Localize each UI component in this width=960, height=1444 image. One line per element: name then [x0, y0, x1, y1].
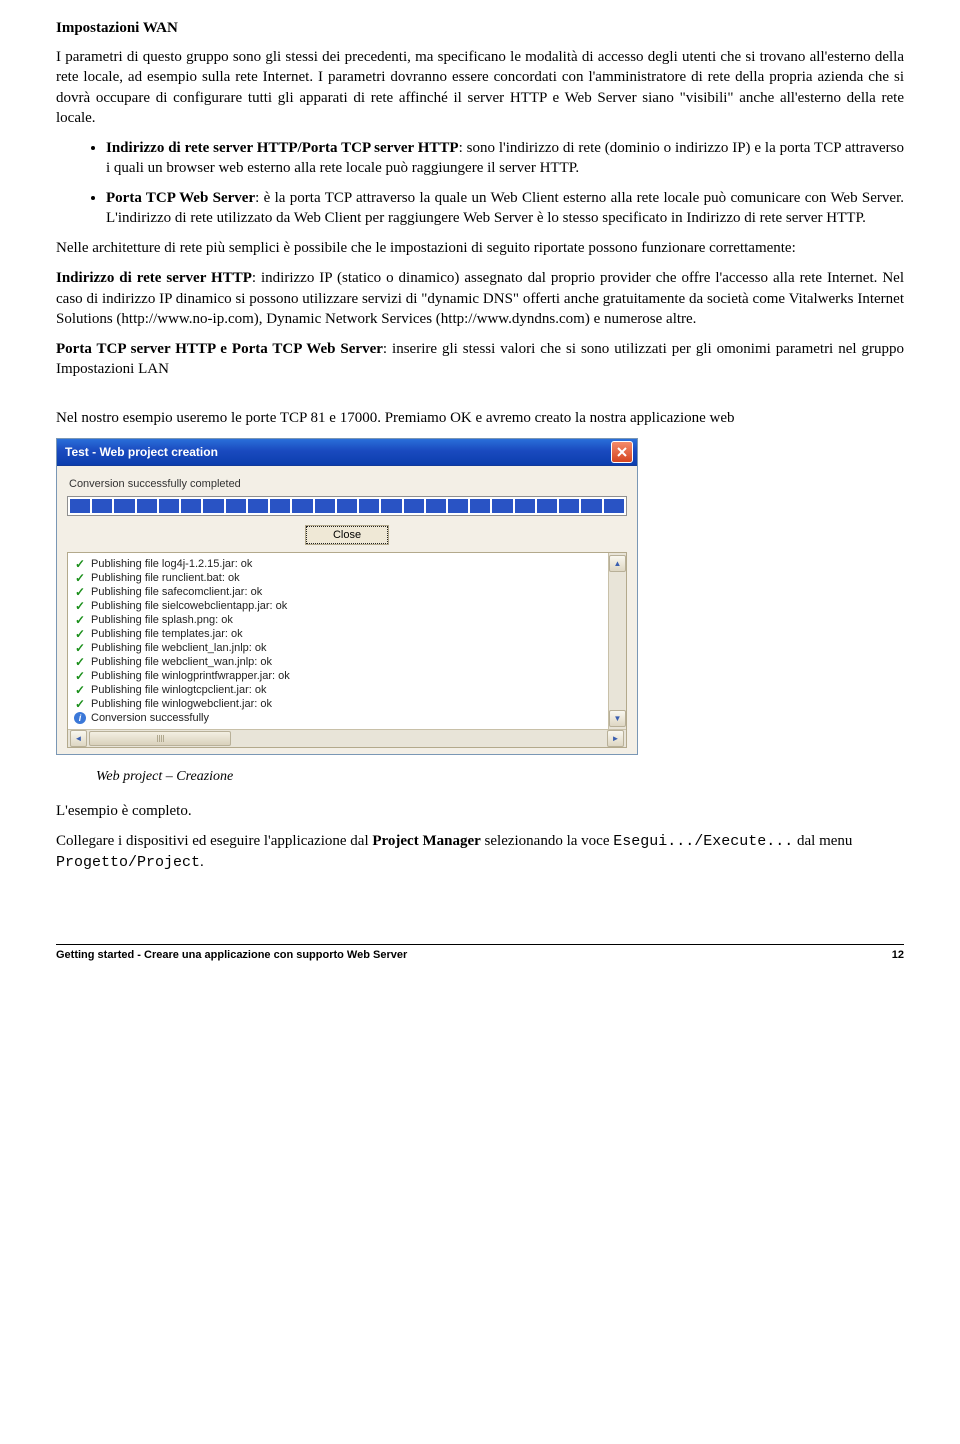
check-icon: ✓: [74, 670, 86, 682]
connect-paragraph: Collegare i dispositivi ed eseguire l'ap…: [56, 831, 904, 874]
bullet-http-address: Indirizzo di rete server HTTP/Porta TCP …: [106, 138, 904, 179]
log-row: ✓ Publishing file winlogwebclient.jar: ok: [68, 697, 608, 711]
scroll-down-icon[interactable]: ▼: [609, 710, 626, 727]
log-list: ✓ Publishing file log4j-1.2.15.jar: ok ✓ Pu…: [68, 553, 608, 729]
text-segment: dal menu: [793, 833, 852, 849]
bullet-lead: Porta TCP Web Server: [106, 190, 255, 206]
log-text: Publishing file runclient.bat: ok: [91, 572, 240, 584]
dialog-web-project-creation: Test - Web project creation Conversion s…: [56, 438, 638, 755]
log-row: ✓ Publishing file sielcowebclientapp.jar:…: [68, 599, 608, 613]
progress-bar: [67, 496, 627, 516]
log-text: Publishing file winlogprintfwrapper.jar:…: [91, 670, 290, 682]
close-icon: [617, 447, 627, 457]
text-segment: .: [200, 854, 204, 870]
setting-lead: Indirizzo di rete server HTTP: [56, 270, 252, 286]
check-icon: ✓: [74, 572, 86, 584]
check-icon: ✓: [74, 642, 86, 654]
titlebar[interactable]: Test - Web project creation: [57, 439, 637, 466]
log-text: Publishing file sielcowebclientapp.jar: …: [91, 600, 287, 612]
log-text: Publishing file templates.jar: ok: [91, 628, 243, 640]
page-footer: Getting started - Creare una applicazion…: [56, 944, 904, 961]
scroll-right-icon[interactable]: ►: [607, 730, 624, 747]
scroll-thumb[interactable]: [89, 731, 231, 746]
bullet-lead: Indirizzo di rete server HTTP/Porta TCP …: [106, 140, 459, 156]
log-text: Publishing file winlogwebclient.jar: ok: [91, 698, 272, 710]
log-row: ✓ Publishing file runclient.bat: ok: [68, 571, 608, 585]
close-dialog-button[interactable]: Close: [306, 526, 388, 544]
setting-lead: Porta TCP server HTTP e Porta TCP Web Se…: [56, 341, 383, 357]
menu-path-execute: Esegui.../Execute...: [613, 833, 793, 850]
log-row: ✓ Publishing file splash.png: ok: [68, 613, 608, 627]
log-text: Publishing file safecomclient.jar: ok: [91, 586, 262, 598]
log-row: ✓ Publishing file webclient_wan.jnlp: ok: [68, 655, 608, 669]
info-icon: i: [74, 712, 86, 724]
check-icon: ✓: [74, 684, 86, 696]
example-paragraph: Nel nostro esempio useremo le porte TCP …: [56, 408, 904, 428]
heading-impostazioni-wan: Impostazioni WAN: [56, 20, 904, 37]
log-text: Conversion successfully: [91, 712, 209, 724]
vertical-scrollbar[interactable]: ▲ ▼: [608, 553, 626, 729]
bullet-tcp-port: Porta TCP Web Server: è la porta TCP att…: [106, 188, 904, 229]
log-text: Publishing file winlogtcpclient.jar: ok: [91, 684, 266, 696]
check-icon: ✓: [74, 558, 86, 570]
log-row: ✓ Publishing file winlogtcpclient.jar: ok: [68, 683, 608, 697]
figure-caption: Web project – Creazione: [96, 769, 904, 785]
complete-paragraph: L'esempio è completo.: [56, 801, 904, 821]
log-row: ✓ Publishing file webclient_lan.jnlp: ok: [68, 641, 608, 655]
setting-ports: Porta TCP server HTTP e Porta TCP Web Se…: [56, 339, 904, 380]
status-text: Conversion successfully completed: [69, 478, 627, 490]
text-segment: selezionando la voce: [481, 833, 613, 849]
log-row: ✓ Publishing file safecomclient.jar: ok: [68, 585, 608, 599]
arch-paragraph: Nelle architetture di rete più semplici …: [56, 238, 904, 258]
text-segment: Collegare i dispositivi ed eseguire l'ap…: [56, 833, 372, 849]
log-panel: ✓ Publishing file log4j-1.2.15.jar: ok ✓ Pu…: [67, 552, 627, 748]
close-button[interactable]: [611, 441, 633, 463]
setting-http-addr: Indirizzo di rete server HTTP: indirizzo…: [56, 268, 904, 329]
check-icon: ✓: [74, 600, 86, 612]
log-text: Publishing file webclient_lan.jnlp: ok: [91, 642, 267, 654]
check-icon: ✓: [74, 586, 86, 598]
check-icon: ✓: [74, 614, 86, 626]
check-icon: ✓: [74, 656, 86, 668]
log-row: ✓ Publishing file winlogprintfwrapper.jar…: [68, 669, 608, 683]
menu-path-project: Progetto/Project: [56, 854, 200, 871]
page-number: 12: [892, 949, 904, 961]
log-text: Publishing file log4j-1.2.15.jar: ok: [91, 558, 252, 570]
scroll-left-icon[interactable]: ◄: [70, 730, 87, 747]
log-text: Publishing file splash.png: ok: [91, 614, 233, 626]
project-manager-label: Project Manager: [372, 833, 480, 849]
log-row: ✓ Publishing file log4j-1.2.15.jar: ok: [68, 557, 608, 571]
log-text: Publishing file webclient_wan.jnlp: ok: [91, 656, 272, 668]
horizontal-scrollbar[interactable]: ◄ ►: [68, 729, 626, 747]
log-row: ✓ Publishing file templates.jar: ok: [68, 627, 608, 641]
check-icon: ✓: [74, 698, 86, 710]
window-title: Test - Web project creation: [65, 445, 218, 459]
footer-title: Getting started - Creare una applicazion…: [56, 949, 407, 961]
log-row: i Conversion successfully: [68, 711, 608, 725]
scroll-up-icon[interactable]: ▲: [609, 555, 626, 572]
intro-paragraph: I parametri di questo gruppo sono gli st…: [56, 47, 904, 128]
check-icon: ✓: [74, 628, 86, 640]
